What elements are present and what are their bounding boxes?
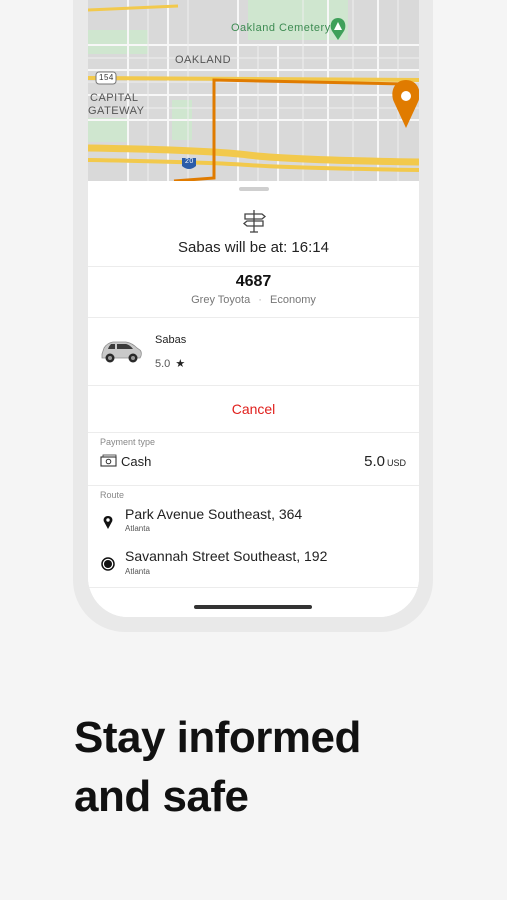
payment-type-label: Payment type [100,437,156,447]
payment-method: Cash [121,454,152,469]
eta-text: Sabas will be at: 16:14 [178,239,329,256]
route-label: Route [100,490,125,500]
car-icon [101,341,142,363]
pickup-pin-icon [103,516,113,529]
driver-name: Sabas [155,334,187,346]
headline-line-1: Stay informed [74,713,361,762]
map-label-gateway: GATEWAY [88,105,145,117]
promo-headline: Stay informed and safe [74,708,494,826]
route-stop-address: Park Avenue Southeast, 364 [125,506,303,522]
home-indicator[interactable] [194,605,312,609]
route-stop-city: Atlanta [125,524,150,533]
divider [88,266,419,267]
star-icon: ★ [175,358,186,370]
amount-value: 5.0 [364,453,385,470]
shield-label-154: 154 [99,73,114,82]
vehicle-class: Economy [270,294,316,306]
signpost-icon [242,210,267,233]
divider [88,385,419,386]
cash-icon [100,454,117,467]
headline-line-2: and safe [74,772,249,821]
cancel-button[interactable]: Cancel [88,401,419,417]
payment-amount: 5.0 USD [364,453,406,470]
amount-currency: USD [386,458,406,468]
vehicle-separator: · [258,294,262,306]
divider [88,317,419,318]
map-view[interactable]: Oakland Cemetery OAKLAND CAPITAL GATEWAY… [88,0,419,181]
phone-screen: Oakland Cemetery OAKLAND CAPITAL GATEWAY… [88,0,419,617]
sheet-drag-handle[interactable] [239,187,269,191]
divider [88,587,419,588]
destination-dot-icon [101,557,115,571]
license-plate: 4687 [235,273,272,290]
divider [88,485,419,486]
shield-label-20: 20 [185,158,194,165]
vehicle-color-model: Grey Toyota [191,294,251,306]
rating-value: 5.0 [155,358,171,370]
trip-sheet: Sabas will be at: 16:14 4687 Grey Toyota… [88,181,419,617]
route-stop-city: Atlanta [125,567,150,576]
divider [88,432,419,433]
map-label-oakland: OAKLAND [175,54,232,66]
map-label-cemetery: Oakland Cemetery [231,22,331,34]
route-stop-address: Savannah Street Southeast, 192 [125,548,328,564]
vehicle-info: Grey Toyota · Economy [88,294,419,306]
driver-rating: 5.0 ★ [155,357,185,370]
map-label-capital: CAPITAL [90,92,139,104]
